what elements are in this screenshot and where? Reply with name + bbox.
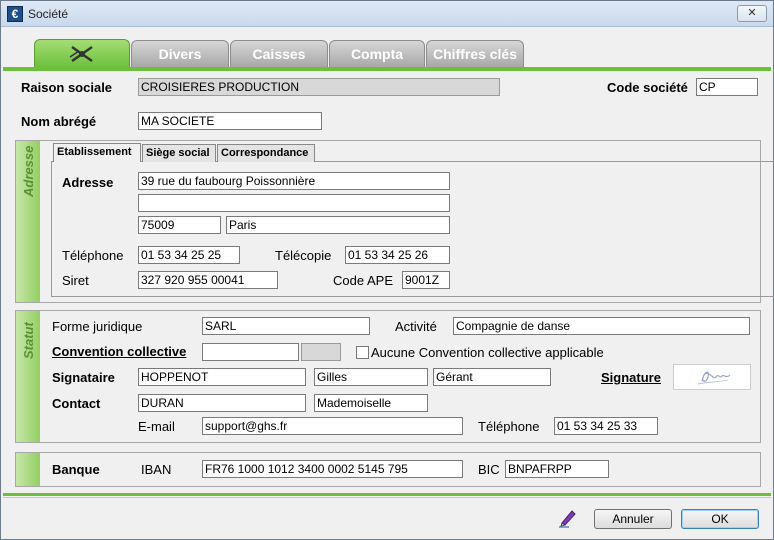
raison-sociale-field[interactable]: CROISIERES PRODUCTION [138,78,500,96]
telecopie-field[interactable]: 01 53 34 25 26 [345,246,450,264]
convention-field[interactable] [202,343,299,361]
forme-juridique-field[interactable]: SARL [202,317,370,335]
app-icon: € [7,6,23,22]
scissors-logo-icon [69,46,93,62]
banque-side-strip [16,453,40,486]
tab-underline [3,67,771,71]
telephone-label: Téléphone [62,248,124,263]
siret-field[interactable]: 327 920 955 00041 [138,271,278,289]
tab-compta[interactable]: Compta [329,40,425,67]
contact-nom-field[interactable]: DURAN [138,394,306,412]
code-ape-field[interactable]: 9001Z [402,271,450,289]
bic-label: BIC [478,462,500,477]
contact-civilite-field[interactable]: Mademoiselle [314,394,428,412]
signature-link[interactable]: Signature [601,370,661,385]
signataire-prenom-field[interactable]: Gilles [314,368,428,386]
adresse-line2-field[interactable] [138,194,450,212]
pen-icon[interactable] [557,506,579,528]
convention-collective-link[interactable]: Convention collective [52,344,186,359]
ok-button[interactable]: OK [681,509,759,529]
signature-scribble-icon [697,371,731,385]
close-button[interactable]: ✕ [737,5,767,22]
forme-juridique-label: Forme juridique [52,319,143,334]
societe-window: € Société ✕ Divers Caisses Compta Chiffr… [0,0,774,540]
footer-green-bar [3,493,771,496]
adresse-label: Adresse [62,175,114,190]
subtab-etablissement[interactable]: Etablissement [53,143,141,162]
postal-code-field[interactable]: 75009 [138,216,221,234]
code-ape-label: Code APE [333,273,393,288]
telecopie-label: Télécopie [275,248,332,263]
annuler-button[interactable]: Annuler [594,509,672,529]
nom-abrege-label: Nom abrégé [21,114,97,129]
window-title: Société [28,7,69,21]
convention-code-field[interactable] [301,343,341,361]
bic-field[interactable]: BNPAFRPP [505,460,609,478]
contact-label: Contact [52,396,101,411]
banque-label: Banque [52,462,100,477]
tab-caisses[interactable]: Caisses [230,40,328,67]
statut-side-strip: Statut [16,311,40,442]
code-societe-field[interactable]: CP [696,78,758,96]
signataire-nom-field[interactable]: HOPPENOT [138,368,306,386]
subtab-siege-social[interactable]: Siège social [142,144,216,162]
telephone-field[interactable]: 01 53 34 25 25 [138,246,240,264]
tab-divers[interactable]: Divers [131,40,229,67]
nom-abrege-field[interactable]: MA SOCIETE [138,112,322,130]
email-field[interactable]: support@ghs.fr [202,417,463,435]
iban-field[interactable]: FR76 1000 1012 3400 0002 5145 795 [202,460,463,478]
signataire-fonction-field[interactable]: Gérant [433,368,551,386]
footer-separator [3,497,771,498]
code-societe-label: Code société [607,80,688,95]
tab-general[interactable] [34,39,130,68]
email-label: E-mail [138,419,175,434]
activite-label: Activité [395,319,437,334]
activite-field[interactable]: Compagnie de danse [453,317,750,335]
signataire-label: Signataire [52,370,115,385]
adresse-side-label: Adresse [21,145,36,197]
aucune-convention-label: Aucune Convention collective applicable [371,345,604,360]
subtab-correspondance[interactable]: Correspondance [217,144,315,162]
tab-chiffres-cles[interactable]: Chiffres clés [426,40,524,67]
iban-label: IBAN [141,462,172,477]
raison-sociale-label: Raison sociale [21,80,113,95]
city-field[interactable]: Paris [226,216,450,234]
contact-telephone-label: Téléphone [478,419,540,434]
siret-label: Siret [62,273,89,288]
aucune-convention-checkbox[interactable] [356,346,369,359]
title-bar: € Société ✕ [1,1,773,27]
adresse-line1-field[interactable]: 39 rue du faubourg Poissonnière [138,172,450,190]
adresse-side-strip: Adresse [16,141,40,302]
contact-telephone-field[interactable]: 01 53 34 25 33 [554,417,658,435]
statut-side-label: Statut [21,322,36,359]
signature-image[interactable] [673,364,751,390]
